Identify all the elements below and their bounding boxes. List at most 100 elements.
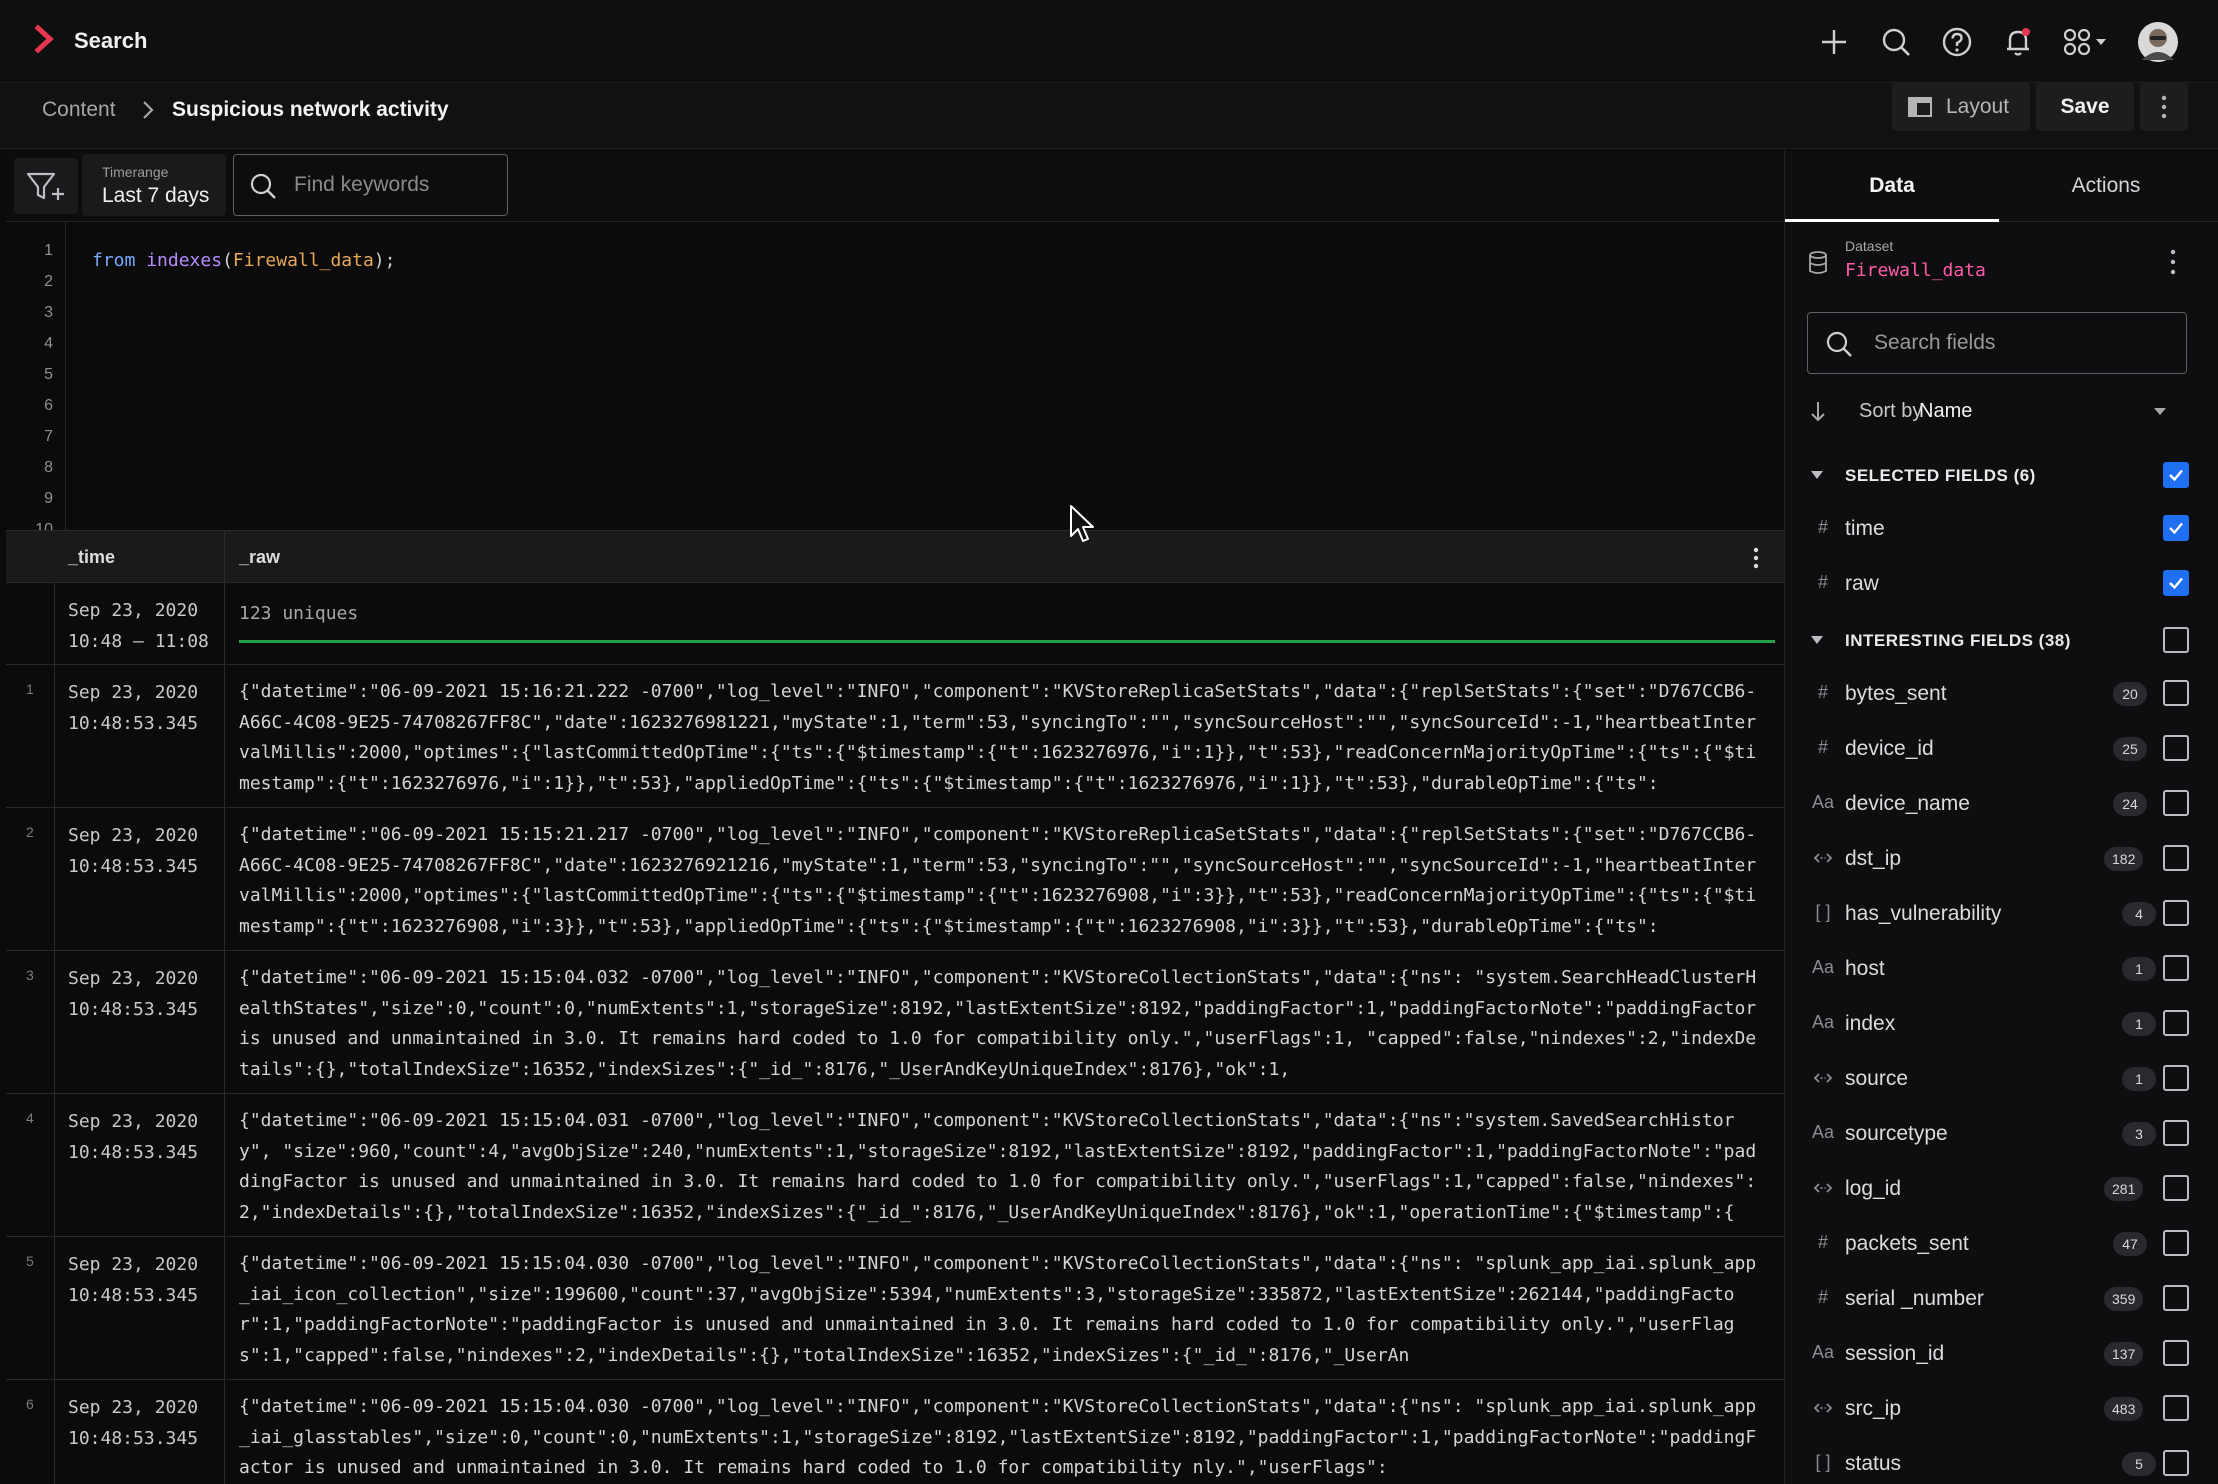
query-editor[interactable]: 1 2 3 4 5 6 7 8 9 10 from indexes(Firewa… (6, 222, 1784, 530)
table-row[interactable]: 6 Sep 23, 2020 10:48:53.345 {"datetime":… (6, 1380, 1784, 1484)
field-count-badge: 47 (2113, 1232, 2147, 1256)
caret-down-icon[interactable] (1809, 633, 1825, 647)
text-type-icon: Aa (1811, 1342, 1835, 1362)
hash-icon: # (1817, 682, 1828, 702)
field-name: serial _number (1845, 1287, 1984, 1310)
timerange-picker[interactable]: Timerange Last 7 days (82, 154, 226, 216)
table-row[interactable]: 4 Sep 23, 2020 10:48:53.345 {"datetime":… (6, 1094, 1784, 1237)
column-menu-icon[interactable] (1746, 543, 1766, 573)
keyword-search-box[interactable] (233, 154, 508, 216)
field-row[interactable]: # serial _number 359 (1785, 1271, 2218, 1326)
table-row[interactable]: 3 Sep 23, 2020 10:48:53.345 {"datetime":… (6, 951, 1784, 1094)
field-checkbox[interactable] (2163, 845, 2189, 871)
field-search-box[interactable] (1807, 312, 2187, 374)
field-row[interactable]: src_ip 483 (1785, 1381, 2218, 1436)
raw-cell: {"datetime":"06-09-2021 15:15:04.030 -07… (239, 1253, 1757, 1366)
field-checkbox[interactable] (2163, 515, 2189, 541)
field-row[interactable]: # raw (1785, 556, 2218, 611)
field-row[interactable]: # device_id 25 (1785, 721, 2218, 776)
text-type-icon: Aa (1811, 792, 1835, 812)
table-row[interactable]: 5 Sep 23, 2020 10:48:53.345 {"datetime":… (6, 1237, 1784, 1380)
field-checkbox[interactable] (2163, 1450, 2189, 1476)
field-checkbox[interactable] (2163, 1120, 2189, 1146)
code-line[interactable]: from indexes(Firewall_data); (92, 250, 395, 271)
field-row[interactable]: [ ] has_vulnerability 4 (1785, 886, 2218, 941)
field-row[interactable]: log_id 281 (1785, 1161, 2218, 1216)
apps-grid-icon[interactable] (2060, 22, 2116, 62)
save-button[interactable]: Save (2036, 83, 2134, 131)
field-count-badge: 25 (2113, 737, 2147, 761)
keyword-search-input[interactable] (294, 169, 494, 201)
help-icon[interactable] (1937, 22, 1977, 62)
field-checkbox[interactable] (2163, 680, 2189, 706)
field-row[interactable]: Aa index 1 (1785, 996, 2218, 1051)
field-name: packets_sent (1845, 1232, 1969, 1255)
field-checkbox[interactable] (2163, 1010, 2189, 1036)
sort-value: Name (1919, 400, 1973, 422)
selected-fields-header[interactable]: SELECTED FIELDS (6) (1785, 450, 2218, 500)
field-checkbox[interactable] (2163, 955, 2189, 981)
field-row[interactable]: # bytes_sent 20 (1785, 666, 2218, 721)
field-name: host (1845, 957, 1885, 980)
field-search-input[interactable] (1874, 327, 2164, 359)
tab-actions[interactable]: Actions (1999, 150, 2213, 222)
field-checkbox[interactable] (2163, 1230, 2189, 1256)
chevron-logo-icon[interactable] (30, 24, 60, 54)
add-filter-button[interactable] (14, 158, 78, 214)
field-name: log_id (1845, 1177, 1902, 1200)
sort-dropdown[interactable]: Sort by Name (1807, 392, 2187, 432)
interesting-fields-header[interactable]: INTERESTING FIELDS (38) (1785, 615, 2218, 665)
field-row[interactable]: # time (1785, 501, 2218, 556)
field-checkbox[interactable] (2163, 1175, 2189, 1201)
field-name: has_vulnerability (1845, 902, 2002, 925)
caret-down-icon[interactable] (1809, 468, 1825, 482)
line-number: 1 (44, 242, 53, 259)
layout-button[interactable]: Layout (1892, 83, 2030, 131)
field-checkbox[interactable] (2163, 1065, 2189, 1091)
row-number: 4 (26, 1110, 34, 1126)
user-avatar[interactable] (2136, 20, 2180, 64)
field-checkbox[interactable] (2163, 1340, 2189, 1366)
field-checkbox[interactable] (2163, 900, 2189, 926)
breadcrumb-content-link[interactable]: Content (42, 98, 116, 122)
link-icon (1813, 1403, 1833, 1413)
field-checkbox[interactable] (2163, 1395, 2189, 1421)
field-row[interactable]: # packets_sent 47 (1785, 1216, 2218, 1271)
field-count-badge: 1 (2122, 1012, 2156, 1036)
field-row[interactable]: source 1 (1785, 1051, 2218, 1106)
table-row[interactable]: 1 Sep 23, 2020 10:48:53.345 {"datetime":… (6, 665, 1784, 808)
field-count-badge: 1 (2122, 1067, 2156, 1091)
field-row[interactable]: dst_ip 182 (1785, 831, 2218, 886)
ip-type-icon (1809, 1397, 1837, 1424)
more-options-icon[interactable] (2140, 83, 2188, 131)
table-row[interactable]: 2 Sep 23, 2020 10:48:53.345 {"datetime":… (6, 808, 1784, 951)
arrow-down-icon (1811, 402, 1825, 422)
field-row[interactable]: Aa session_id 137 (1785, 1326, 2218, 1381)
row-number: 5 (26, 1253, 34, 1269)
field-row[interactable]: Aa sourcetype 3 (1785, 1106, 2218, 1161)
dataset-menu-icon[interactable] (2165, 244, 2181, 280)
section-checkbox[interactable] (2163, 627, 2189, 653)
plus-icon[interactable] (1814, 22, 1854, 62)
field-checkbox[interactable] (2163, 570, 2189, 596)
section-checkbox[interactable] (2163, 462, 2189, 488)
ip-type-icon (1809, 1177, 1837, 1204)
code-keyword: from (92, 250, 136, 271)
search-icon[interactable] (1876, 22, 1916, 62)
column-header-raw[interactable]: _raw (239, 547, 280, 568)
line-number: 10 (35, 521, 53, 530)
dataset-selector[interactable]: Dataset Firewall_data (1785, 222, 2218, 306)
field-checkbox[interactable] (2163, 1285, 2189, 1311)
field-count-badge: 137 (2104, 1342, 2144, 1366)
field-name: bytes_sent (1845, 682, 1947, 705)
tab-data[interactable]: Data (1785, 150, 1999, 222)
ip-type-icon (1809, 1067, 1837, 1094)
bell-icon[interactable] (1998, 22, 2038, 62)
field-checkbox[interactable] (2163, 735, 2189, 761)
field-checkbox[interactable] (2163, 790, 2189, 816)
field-row[interactable]: Aa host 1 (1785, 941, 2218, 996)
column-header-time[interactable]: _time (68, 547, 115, 568)
results-table: _time _raw Sep 23, 2020 10:48 – 11:08 12… (6, 530, 1784, 1484)
field-row[interactable]: [ ] status 5 (1785, 1436, 2218, 1484)
field-row[interactable]: Aa device_name 24 (1785, 776, 2218, 831)
